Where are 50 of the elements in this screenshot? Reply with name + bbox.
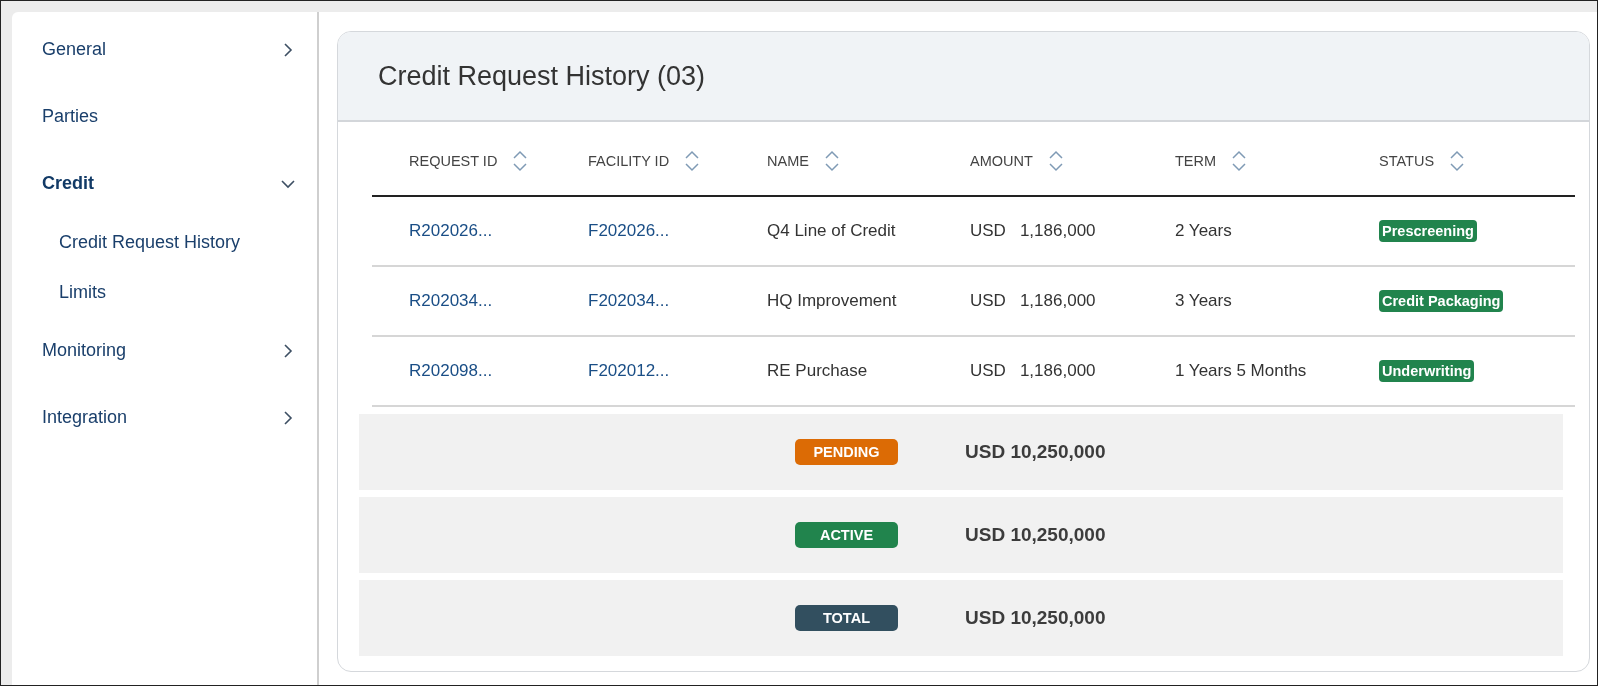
currency-text: USD — [970, 221, 1006, 241]
table-cell-text: Q4 Line of Credit — [767, 221, 897, 241]
amount-text: 1,186,000 — [1019, 291, 1096, 311]
nav-subitem[interactable]: Credit Request History — [12, 217, 317, 267]
nav-item[interactable]: Parties — [12, 83, 317, 150]
table-cell-text: 3 Years — [1175, 291, 1233, 311]
nav-item[interactable]: Integration — [12, 384, 317, 451]
summary-amount: USD 10,250,000 — [965, 607, 1107, 629]
nav-item[interactable]: Monitoring — [12, 317, 317, 384]
nav-item[interactable]: General — [12, 16, 317, 83]
facility-id-link[interactable]: F202026... — [588, 221, 670, 240]
summary-amount: USD 10,250,000 — [965, 524, 1107, 546]
column-header[interactable]: STATUS — [1379, 149, 1575, 172]
facility-id-link[interactable]: F202034... — [588, 291, 670, 310]
table-cell-text: 1 Years 5 Months — [1175, 361, 1308, 381]
summary-badge: ACTIVE — [795, 522, 898, 548]
sort-icon — [1450, 149, 1465, 172]
facility-id-link[interactable]: F202012... — [588, 361, 670, 380]
sort-icon — [513, 149, 528, 172]
table-cell-text: 2 Years — [1175, 221, 1233, 241]
chevron-right-icon — [281, 42, 295, 57]
amount-text: 1,186,000 — [1019, 361, 1096, 381]
sort-icon — [1048, 149, 1063, 172]
currency-text: USD — [970, 361, 1006, 381]
table-cell-text: HQ Improvement — [767, 291, 898, 311]
chevron-right-icon — [281, 410, 295, 425]
summary-badge: TOTAL — [795, 605, 898, 631]
summary-badge: PENDING — [795, 439, 898, 465]
amount-text: 1,186,000 — [1019, 221, 1096, 241]
table-cell-text: RE Purchase — [767, 361, 869, 381]
currency-text: USD — [970, 291, 1006, 311]
status-badge: Prescreening — [1379, 220, 1477, 242]
column-header[interactable]: AMOUNT — [970, 149, 1175, 172]
summary-amount: USD 10,250,000 — [965, 441, 1107, 463]
sort-icon — [685, 149, 700, 172]
card-title: Credit Request History (03) — [378, 60, 706, 92]
nav-item[interactable]: Credit — [12, 150, 317, 217]
column-header[interactable]: REQUEST ID — [409, 149, 588, 172]
column-header[interactable]: FACILITY ID — [588, 149, 767, 172]
request-id-link[interactable]: R202034... — [409, 291, 493, 310]
status-badge: Underwriting — [1379, 360, 1475, 382]
request-id-link[interactable]: R202098... — [409, 361, 493, 380]
column-header[interactable]: NAME — [767, 149, 970, 172]
column-header[interactable]: TERM — [1175, 149, 1379, 172]
request-id-link[interactable]: R202026... — [409, 221, 493, 240]
sort-icon — [1232, 149, 1247, 172]
status-badge: Credit Packaging — [1379, 290, 1504, 312]
nav-subitem[interactable]: Limits — [12, 267, 317, 317]
sort-icon — [824, 149, 839, 172]
chevron-right-icon — [281, 343, 295, 358]
